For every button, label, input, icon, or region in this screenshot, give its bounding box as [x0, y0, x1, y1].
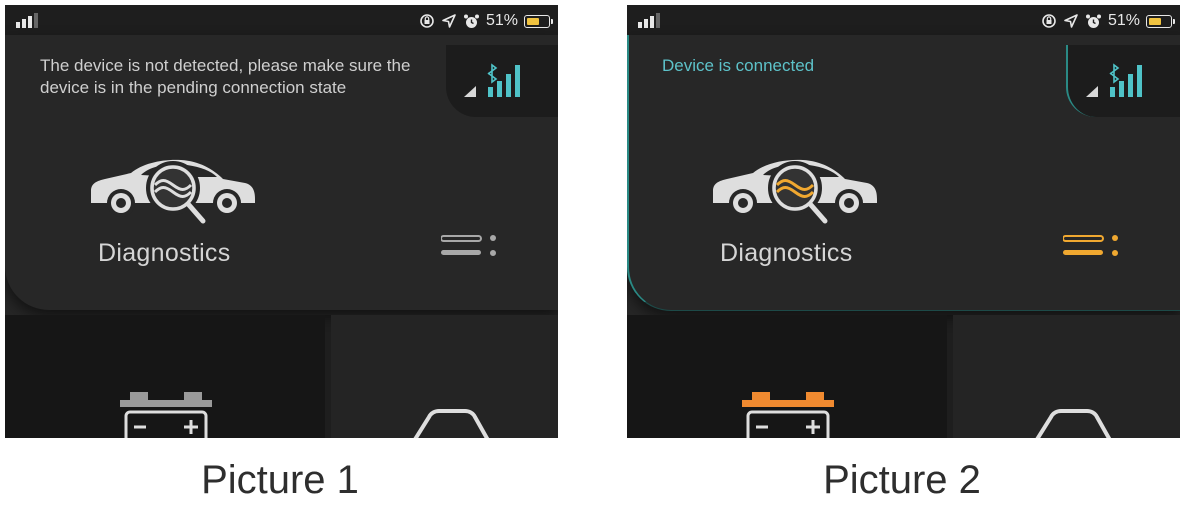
screenshot-disconnected: 51% The device is not detected, please m…: [5, 5, 558, 438]
battery-percent: 51%: [1107, 12, 1140, 29]
battery-icon: [1146, 14, 1175, 28]
rotation-lock-icon: [1042, 14, 1056, 28]
car-outline-icon: [1035, 409, 1112, 438]
alarm-icon: [1085, 14, 1101, 28]
diagnostics-label: Diagnostics: [98, 239, 231, 267]
caption-picture-1: Picture 1: [201, 458, 359, 502]
rotation-lock-icon: [420, 14, 434, 28]
more-options-icon[interactable]: [441, 233, 501, 263]
bluetooth-connection-widget[interactable]: [1066, 45, 1180, 117]
car-outline-icon: [413, 409, 490, 438]
battery-percent: 51%: [485, 12, 518, 29]
more-options-icon[interactable]: [1063, 233, 1123, 263]
cell-signal-icon: [638, 13, 660, 28]
bluetooth-icon: [1109, 63, 1120, 84]
car-battery-icon: [120, 392, 212, 438]
battery-icon: [524, 14, 553, 28]
bluetooth-icon: [487, 63, 498, 84]
connection-status-message: Device is connected: [662, 56, 815, 75]
car-battery-icon: [742, 392, 834, 438]
location-icon: [442, 14, 456, 28]
diagnostics-label: Diagnostics: [720, 239, 853, 267]
screenshot-connected: 51% Device is connected Diagnostics: [627, 5, 1180, 438]
corner-triangle-icon: [1086, 86, 1098, 97]
location-icon: [1064, 14, 1078, 28]
status-bar: 51%: [627, 5, 1180, 35]
alarm-icon: [463, 14, 479, 28]
cell-signal-icon: [16, 13, 38, 28]
status-bar: 51%: [5, 5, 558, 35]
corner-triangle-icon: [464, 86, 476, 97]
car-diagnostics-icon[interactable]: [83, 155, 263, 235]
bluetooth-connection-widget[interactable]: [446, 45, 558, 117]
car-diagnostics-icon[interactable]: [705, 155, 885, 235]
connection-status-message: The device is not detected, please make …: [40, 56, 411, 97]
caption-picture-2: Picture 2: [823, 458, 981, 502]
